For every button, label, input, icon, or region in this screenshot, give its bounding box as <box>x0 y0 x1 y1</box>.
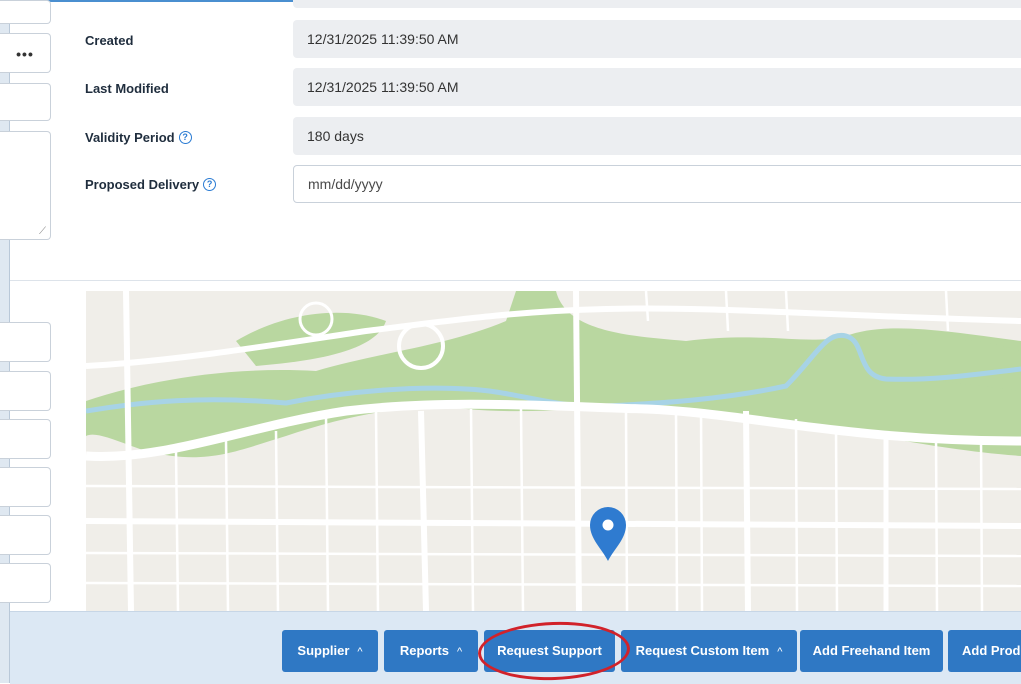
add-product-button[interactable]: Add Produ <box>948 630 1021 672</box>
left-field[interactable] <box>0 515 51 555</box>
proposed-delivery-label: Proposed Delivery? <box>85 177 217 192</box>
left-field[interactable] <box>0 419 51 459</box>
map-road <box>123 291 134 611</box>
location-map[interactable] <box>86 291 1021 611</box>
more-options-button[interactable]: ••• <box>0 33 51 73</box>
request-custom-item-button[interactable]: Request Custom Item ^ <box>621 630 797 672</box>
left-field[interactable] <box>0 371 51 411</box>
map-canvas[interactable] <box>86 291 1021 611</box>
request-custom-item-button-label: Request Custom Item <box>635 643 770 658</box>
map-road <box>418 410 429 611</box>
chevron-up-icon: ^ <box>777 646 783 658</box>
last-modified-label: Last Modified <box>85 81 169 96</box>
field-top-cutoff <box>293 0 1021 8</box>
map-marker-icon <box>590 507 626 561</box>
supplier-button-label: Supplier <box>297 643 350 658</box>
resize-handle-icon[interactable]: ⟋ <box>39 226 46 237</box>
reports-button-label: Reports <box>399 643 449 658</box>
left-field[interactable] <box>0 563 51 603</box>
request-support-button-label: Request Support <box>497 643 602 658</box>
chevron-up-icon: ^ <box>357 646 363 658</box>
reports-button[interactable]: Reports ^ <box>384 630 478 672</box>
left-textarea[interactable]: ⟋ <box>0 131 51 240</box>
add-freehand-item-button[interactable]: Add Freehand Item <box>800 630 943 672</box>
left-field[interactable] <box>0 83 51 121</box>
help-icon[interactable]: ? <box>178 131 192 144</box>
proposed-delivery-label-text: Proposed Delivery <box>85 177 200 192</box>
map-road <box>743 410 751 611</box>
left-field[interactable] <box>0 322 51 362</box>
map-road <box>573 291 582 611</box>
created-field: 12/31/2025 11:39:50 AM <box>293 20 1021 58</box>
ellipsis-icon: ••• <box>16 46 34 62</box>
add-product-button-label: Add Produ <box>962 643 1021 658</box>
last-modified-field: 12/31/2025 11:39:50 AM <box>293 68 1021 106</box>
validity-period-label: Validity Period? <box>85 130 192 145</box>
chevron-up-icon: ^ <box>456 646 463 658</box>
supplier-button[interactable]: Supplier ^ <box>282 630 378 672</box>
validity-period-label-text: Validity Period <box>85 130 175 145</box>
created-label: Created <box>85 33 134 48</box>
left-field[interactable] <box>0 467 51 507</box>
proposed-delivery-input[interactable]: mm/dd/yyyy <box>293 165 1021 203</box>
add-freehand-item-button-label: Add Freehand Item <box>812 643 931 658</box>
help-icon[interactable]: ? <box>203 178 217 191</box>
validity-period-field: 180 days <box>293 117 1021 155</box>
request-support-button[interactable]: Request Support <box>484 630 615 672</box>
section-divider <box>10 280 1021 281</box>
left-field-top[interactable] <box>0 0 51 24</box>
